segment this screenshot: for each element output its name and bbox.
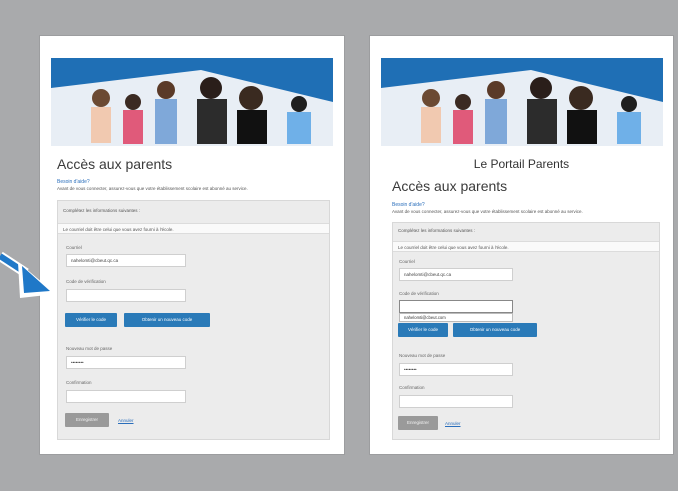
email-note: Le courriel doit être celui que vous ave… <box>58 223 329 234</box>
email-label: Courriel <box>399 259 415 264</box>
portal-title: Le Portail Parents <box>473 157 570 171</box>
verify-code-button[interactable]: Vérifier le code <box>398 323 448 337</box>
code-field[interactable] <box>399 300 513 313</box>
cancel-link[interactable]: Annuler <box>118 418 134 423</box>
password-label: Nouveau mot de passe <box>399 353 446 358</box>
banner-image <box>51 58 333 146</box>
right-screenshot: Le Portail Parents Accès aux parents Bes… <box>370 36 673 454</box>
help-link[interactable]: Besoin d'aide? <box>392 202 425 208</box>
confirm-field[interactable] <box>66 390 186 403</box>
help-text: Avant de vous connecter, assurez-vous qu… <box>57 186 248 191</box>
confirm-label: Confirmation <box>399 385 425 390</box>
code-label: Code de vérification <box>66 279 106 284</box>
email-field[interactable]: nahelomti@cbeut.qc.ca <box>66 254 186 267</box>
left-screenshot: Accès aux parents Besoin d'aide? Avant d… <box>40 36 344 454</box>
help-text: Avant de vous connecter, assurez-vous qu… <box>392 209 583 214</box>
code-label: Code de vérification <box>399 291 439 296</box>
verify-code-button[interactable]: Vérifier le code <box>65 313 117 327</box>
page-title: Accès aux parents <box>57 156 173 172</box>
comparison-stage: Accès aux parents Besoin d'aide? Avant d… <box>13 10 673 488</box>
password-label: Nouveau mot de passe <box>66 346 113 351</box>
form-panel: Complétez les informations suivantes : L… <box>57 200 330 440</box>
new-code-button[interactable]: Obtenir un nouveau code <box>124 313 210 327</box>
form-panel: Complétez les informations suivantes : L… <box>392 222 660 440</box>
password-field[interactable]: •••••••• <box>399 363 513 376</box>
email-note: Le courriel doit être celui que vous ave… <box>393 241 659 252</box>
confirm-field[interactable] <box>399 395 513 408</box>
new-code-button[interactable]: Obtenir un nouveau code <box>453 323 537 337</box>
cancel-link[interactable]: Annuler <box>445 421 461 426</box>
banner-image <box>381 58 663 146</box>
save-button[interactable]: Enregistrer <box>65 413 109 427</box>
code-field[interactable] <box>66 289 186 302</box>
autocomplete-suggestion[interactable]: nahelomti@cbeut.com <box>399 313 513 322</box>
page-title: Accès aux parents <box>392 178 508 194</box>
save-button[interactable]: Enregistrer <box>398 416 438 430</box>
instructions-text: Complétez les informations suivantes : <box>63 208 141 213</box>
pointer-arrow-icon <box>0 251 56 298</box>
help-link[interactable]: Besoin d'aide? <box>57 179 90 185</box>
instructions-text: Complétez les informations suivantes : <box>398 228 476 233</box>
email-field[interactable]: nahelomti@cbeut.qc.ca <box>399 268 513 281</box>
confirm-label: Confirmation <box>66 380 92 385</box>
password-field[interactable]: •••••••• <box>66 356 186 369</box>
